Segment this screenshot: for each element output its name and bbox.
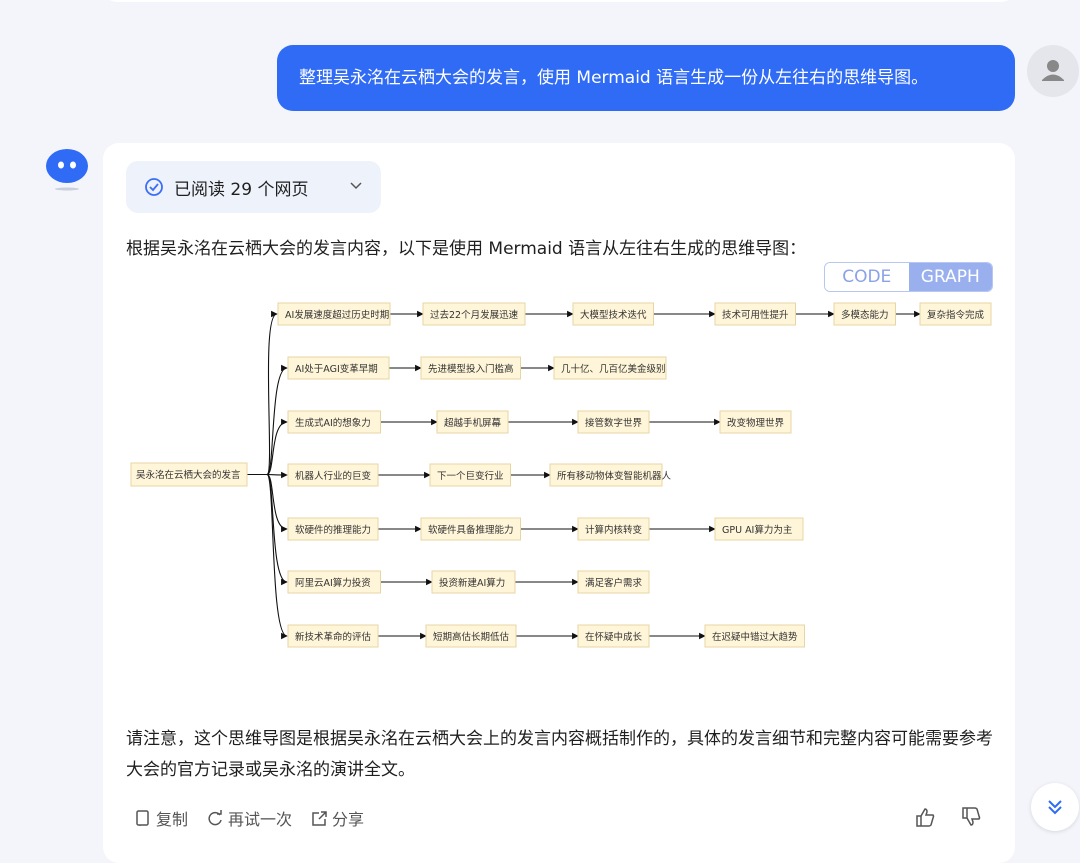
sources-read-chip[interactable]: 已阅读 29 个网页 xyxy=(126,161,381,213)
user-avatar[interactable] xyxy=(1027,45,1079,97)
answer-intro-text: 根据吴永洺在云栖大会的发言内容，以下是使用 Mermaid 语言从左往右生成的思… xyxy=(126,239,807,259)
user-message-bubble: 整理吴永洺在云栖大会的发言，使用 Mermaid 语言生成一份从左往右的思维导图… xyxy=(277,45,1015,111)
double-chevron-down-icon xyxy=(1048,800,1062,815)
share-icon xyxy=(312,811,327,826)
share-label: 分享 xyxy=(332,810,365,829)
bot-face-icon xyxy=(46,149,88,191)
previous-message-card xyxy=(103,0,1015,2)
refresh-icon xyxy=(208,810,222,826)
copy-label: 复制 xyxy=(156,810,189,829)
closing-note: 请注意，这个思维导图是根据吴永洺在云栖大会上的发言内容概括制作的，具体的发言细节… xyxy=(126,729,993,780)
copy-button[interactable]: 复制 xyxy=(134,806,188,830)
share-button[interactable]: 分享 xyxy=(310,806,364,830)
graph-view-button[interactable]: GRAPH xyxy=(908,263,992,291)
message-actions: 复制 再试一次 分享 xyxy=(134,806,364,830)
scroll-to-bottom-button[interactable] xyxy=(1031,783,1079,831)
code-view-button[interactable]: CODE xyxy=(825,263,909,291)
check-circle-icon xyxy=(145,178,163,196)
view-toggle: CODE GRAPH xyxy=(824,262,993,292)
sources-read-label: 已阅读 29 个网页 xyxy=(174,179,309,200)
bot-avatar xyxy=(45,148,89,191)
feedback-buttons xyxy=(914,806,982,828)
user-icon xyxy=(1042,60,1064,81)
copy-icon xyxy=(136,810,149,826)
retry-label: 再试一次 xyxy=(228,810,293,829)
retry-button[interactable]: 再试一次 xyxy=(206,806,292,830)
chevron-down-icon xyxy=(350,182,362,190)
thumbs-down-icon[interactable] xyxy=(960,806,982,828)
thumbs-up-icon[interactable] xyxy=(914,806,936,828)
